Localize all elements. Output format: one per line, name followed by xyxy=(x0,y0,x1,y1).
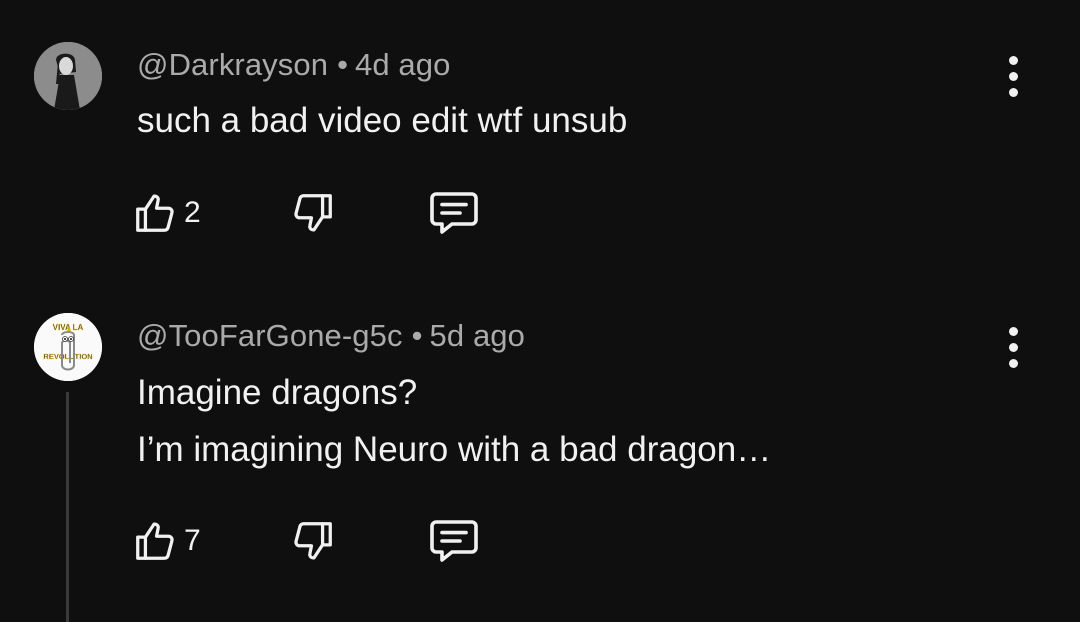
author-name[interactable]: @TooFarGone-g5c xyxy=(137,318,403,353)
comment-menu-button[interactable] xyxy=(990,46,1036,106)
reply-button[interactable] xyxy=(428,515,480,567)
comment-item: @Darkrayson • 4d ago such a bad video edit… xyxy=(0,0,1080,270)
comment-text-line: such a bad video edit wtf unsub xyxy=(137,101,628,140)
author-name[interactable]: @Darkrayson xyxy=(137,47,328,82)
avatar[interactable] xyxy=(34,42,102,110)
comment-menu-button[interactable] xyxy=(990,317,1036,377)
comment-meta: @Darkrayson • 4d ago xyxy=(137,47,450,83)
comment-text-line: Imagine dragons? xyxy=(137,373,418,412)
like-count: 7 xyxy=(184,524,201,557)
svg-text:REVOLUTION: REVOLUTION xyxy=(43,352,92,361)
dislike-button[interactable] xyxy=(290,187,336,239)
comment-item: VIVA LA REVOLUTION @TooFarGone-g5c • 5d ag… xyxy=(0,270,1080,622)
thread-line xyxy=(66,392,69,622)
more-vertical-icon xyxy=(1008,55,1018,65)
more-vertical-icon xyxy=(1008,326,1018,336)
comment-meta: @TooFarGone-g5c • 5d ago xyxy=(137,318,525,354)
thumbs-up-outline-icon xyxy=(136,522,174,560)
comment-timestamp: 4d ago xyxy=(355,47,451,82)
comment-reply-icon xyxy=(430,192,478,234)
thumbs-down-outline-icon xyxy=(294,522,332,560)
more-vertical-icon-dot xyxy=(1008,342,1018,352)
dislike-button[interactable] xyxy=(290,515,336,567)
comment-actions: 2 xyxy=(132,187,512,239)
avatar[interactable]: VIVA LA REVOLUTION xyxy=(34,313,102,381)
comment-text: Imagine dragons? I’m imagining Neuro wit… xyxy=(137,364,771,478)
like-count: 2 xyxy=(184,196,201,229)
like-button[interactable]: 7 xyxy=(132,515,201,567)
comment-timestamp: 5d ago xyxy=(429,318,525,353)
like-button[interactable]: 2 xyxy=(132,187,201,239)
reply-button[interactable] xyxy=(428,187,480,239)
comment-actions: 7 xyxy=(132,515,512,567)
more-vertical-icon-dot xyxy=(1008,358,1018,368)
meta-separator: • xyxy=(337,47,349,82)
comment-text: such a bad video edit wtf unsub xyxy=(137,92,627,149)
more-vertical-icon-dot xyxy=(1008,71,1018,81)
more-vertical-icon-dot xyxy=(1008,87,1018,97)
viva-la-revolution-clippy-icon: VIVA LA REVOLUTION xyxy=(34,313,102,381)
thumbs-up-outline-icon xyxy=(136,194,174,232)
comment-text-line: I’m imagining Neuro with a bad dragon… xyxy=(137,430,772,469)
comment-reply-icon xyxy=(430,520,478,562)
meta-separator: • xyxy=(411,318,423,353)
avatar-photo-icon xyxy=(34,42,102,110)
thumbs-down-outline-icon xyxy=(294,194,332,232)
